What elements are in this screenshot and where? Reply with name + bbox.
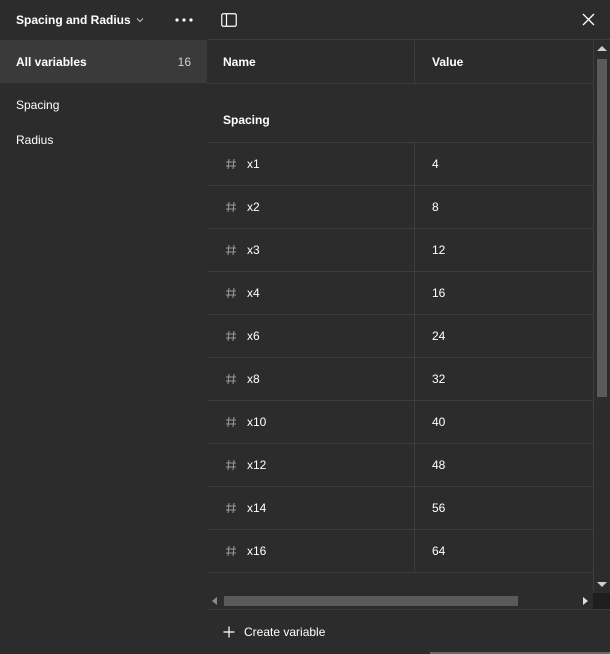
variable-value: 24 <box>432 329 446 343</box>
variable-value: 48 <box>432 458 446 472</box>
variable-value-cell[interactable]: 24 <box>415 315 593 357</box>
group-header: Spacing <box>207 84 593 143</box>
variable-value-cell[interactable]: 8 <box>415 186 593 228</box>
variable-count: 16 <box>177 54 191 69</box>
hash-icon <box>226 502 236 514</box>
horizontal-scrollbar[interactable] <box>207 593 593 609</box>
sidebar-toggle-icon <box>221 12 237 27</box>
variable-value: 56 <box>432 501 446 515</box>
sidebar-item-all-variables[interactable]: All variables 16 <box>0 40 207 83</box>
collection-selector[interactable]: Spacing and Radius <box>16 13 145 27</box>
variable-value: 8 <box>432 200 439 214</box>
variable-name-cell[interactable]: x3 <box>207 229 415 271</box>
more-options-button[interactable] <box>173 9 195 31</box>
variable-value: 64 <box>432 544 446 558</box>
variable-name: x2 <box>247 200 260 214</box>
table-row[interactable]: x10 40 <box>207 401 593 444</box>
variable-value-cell[interactable]: 32 <box>415 358 593 400</box>
hash-icon <box>226 201 236 213</box>
table-row[interactable]: x16 64 <box>207 530 593 573</box>
more-icon <box>175 18 193 22</box>
panel-toolbar <box>207 0 610 40</box>
table-row[interactable]: x12 48 <box>207 444 593 487</box>
variable-value: 4 <box>432 157 439 171</box>
variable-value: 16 <box>432 286 446 300</box>
sidebar: Spacing and Radius All variables 16 Spac… <box>0 0 207 654</box>
plus-icon <box>223 626 235 638</box>
table-row[interactable]: x14 56 <box>207 487 593 530</box>
sidebar-item-label: Spacing <box>16 97 60 112</box>
scroll-right-arrow-icon[interactable] <box>583 597 588 605</box>
variable-value-cell[interactable]: 40 <box>415 401 593 443</box>
hash-icon <box>226 459 236 471</box>
sidebar-item-label: Radius <box>16 132 54 147</box>
chevron-down-icon <box>136 18 144 23</box>
variable-name-cell[interactable]: x14 <box>207 487 415 529</box>
variable-name: x10 <box>247 415 267 429</box>
variable-name-cell[interactable]: x12 <box>207 444 415 486</box>
variable-value-cell[interactable]: 12 <box>415 229 593 271</box>
hash-icon <box>226 373 236 385</box>
sidebar-item-spacing[interactable]: Spacing <box>0 87 207 122</box>
variable-value-cell[interactable]: 16 <box>415 272 593 314</box>
collection-header: Spacing and Radius <box>0 0 207 40</box>
table-row[interactable]: x6 24 <box>207 315 593 358</box>
toggle-sidebar-button[interactable] <box>219 10 239 30</box>
variable-name-cell[interactable]: x1 <box>207 143 415 185</box>
scroll-up-arrow-icon[interactable] <box>597 46 607 51</box>
scroll-down-arrow-icon[interactable] <box>597 582 607 587</box>
variable-name-cell[interactable]: x10 <box>207 401 415 443</box>
variable-name: x12 <box>247 458 267 472</box>
variable-value-cell[interactable]: 48 <box>415 444 593 486</box>
scrollbar-corner <box>593 593 610 609</box>
variables-table: Name Value Spacing x1 4 x2 8 x3 12 x4 16 x6 24 x8 3… <box>207 41 593 593</box>
vertical-scrollbar[interactable] <box>593 41 610 593</box>
create-variable-button[interactable]: Create variable <box>207 609 610 654</box>
table-row[interactable]: x4 16 <box>207 272 593 315</box>
table-row[interactable]: x3 12 <box>207 229 593 272</box>
horizontal-scroll-thumb[interactable] <box>224 596 518 606</box>
hash-icon <box>226 330 236 342</box>
vertical-scroll-thumb[interactable] <box>597 59 607 397</box>
column-header-name[interactable]: Name <box>207 41 415 83</box>
close-button[interactable] <box>578 10 598 30</box>
sidebar-item-label: All variables <box>16 54 87 69</box>
scroll-left-arrow-icon[interactable] <box>212 597 217 605</box>
variable-value-cell[interactable]: 4 <box>415 143 593 185</box>
table-header: Name Value <box>207 41 593 84</box>
variable-name: x6 <box>247 329 260 343</box>
variable-name-cell[interactable]: x6 <box>207 315 415 357</box>
variable-value-cell[interactable]: 64 <box>415 530 593 572</box>
hash-icon <box>226 545 236 557</box>
column-header-value[interactable]: Value <box>415 41 593 83</box>
variable-name: x8 <box>247 372 260 386</box>
create-variable-label: Create variable <box>244 625 326 639</box>
variable-value: 32 <box>432 372 446 386</box>
variable-value: 12 <box>432 243 446 257</box>
close-icon <box>582 13 594 26</box>
variable-name-cell[interactable]: x16 <box>207 530 415 572</box>
variable-name: x1 <box>247 157 260 171</box>
sidebar-item-radius[interactable]: Radius <box>0 122 207 157</box>
hash-icon <box>226 244 236 256</box>
variable-value-cell[interactable]: 56 <box>415 487 593 529</box>
variable-value: 40 <box>432 415 446 429</box>
variable-name: x14 <box>247 501 267 515</box>
table-row[interactable]: x1 4 <box>207 143 593 186</box>
variable-name-cell[interactable]: x4 <box>207 272 415 314</box>
collection-title: Spacing and Radius <box>16 13 131 27</box>
hash-icon <box>226 158 236 170</box>
table-row[interactable]: x8 32 <box>207 358 593 401</box>
variable-name-cell[interactable]: x2 <box>207 186 415 228</box>
variable-name-cell[interactable]: x8 <box>207 358 415 400</box>
variable-name: x16 <box>247 544 267 558</box>
hash-icon <box>226 416 236 428</box>
variables-panel: Name Value Spacing x1 4 x2 8 x3 12 x4 16 x6 24 x8 3… <box>207 0 610 654</box>
variable-name: x4 <box>247 286 260 300</box>
hash-icon <box>226 287 236 299</box>
variable-name: x3 <box>247 243 260 257</box>
table-row[interactable]: x2 8 <box>207 186 593 229</box>
